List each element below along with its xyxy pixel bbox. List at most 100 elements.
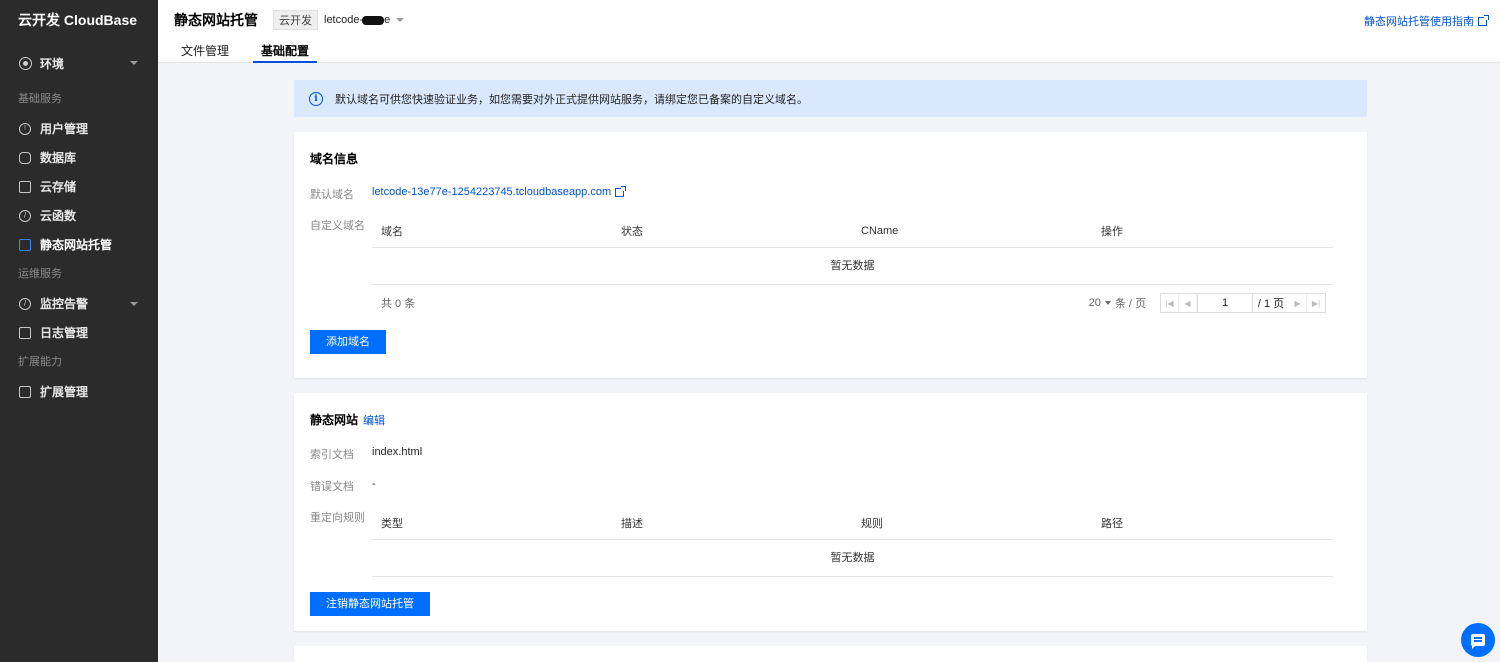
env-icon	[19, 56, 32, 70]
empty-state: 暂无数据	[372, 540, 1333, 577]
group-title-basic: 基础服务	[18, 93, 62, 105]
index-doc-value: index.html	[372, 446, 423, 458]
index-doc-label: 索引文档	[310, 449, 354, 461]
column-header: 操作	[1101, 226, 1123, 238]
calendar-icon	[19, 326, 31, 339]
notice-text: 默认域名可供您快速验证业务，如您需要对外正式提供网站服务，请绑定您已备案的自定义…	[335, 93, 808, 106]
table-header: 类型 描述 规则 路径	[372, 507, 1333, 540]
error-doc-label: 错误文档	[310, 481, 354, 493]
sidebar-item-label: 日志管理	[40, 326, 89, 340]
extension-icon	[19, 385, 31, 398]
chevron-down-icon	[1104, 301, 1111, 305]
site-card-title: 静态网站 编辑	[310, 411, 385, 428]
sidebar-item-label: 静态网站托管	[40, 238, 113, 252]
add-domain-button[interactable]: 添加域名	[310, 330, 386, 354]
column-header: 路径	[1101, 518, 1123, 530]
next-card	[294, 646, 1367, 662]
chevron-down-icon	[130, 61, 138, 65]
sidebar-item-hosting[interactable]: 静态网站托管	[0, 230, 158, 259]
column-header: CName	[861, 225, 899, 237]
card-title-text: 域名信息	[310, 152, 359, 166]
sidebar-item-label: 扩展管理	[40, 385, 89, 399]
env-switcher[interactable]: letcode-e	[324, 14, 390, 26]
cancel-hosting-button[interactable]: 注销静态网站托管	[310, 592, 430, 616]
custom-domain-label: 自定义域名	[310, 220, 365, 232]
external-link-icon	[615, 185, 627, 197]
external-link-icon	[1478, 14, 1489, 26]
page-size-unit: 条 / 页	[1114, 298, 1146, 310]
page-size-select[interactable]: 20 条 / 页	[1089, 295, 1146, 311]
sidebar-item-label: 数据库	[40, 151, 77, 165]
page-size-value: 20	[1088, 297, 1101, 309]
sidebar-item-label: 用户管理	[40, 122, 89, 136]
usage-guide-label: 静态网站托管使用指南	[1364, 16, 1474, 28]
domain-info-card: 域名信息 默认域名 letcode-13e77e-1254223745.tclo…	[294, 132, 1367, 378]
chevron-down-icon	[130, 301, 138, 306]
usage-guide-link[interactable]: 静态网站托管使用指南	[1364, 13, 1489, 29]
table-header: 域名 状态 CName 操作	[372, 215, 1333, 248]
sidebar-item-logs[interactable]: 日志管理	[0, 318, 158, 347]
next-page-button[interactable]: ▶	[1289, 294, 1307, 312]
hosting-icon	[19, 238, 31, 251]
chat-bubble-icon	[1471, 634, 1485, 649]
info-notice: i 默认域名可供您快速验证业务，如您需要对外正式提供网站服务，请绑定您已备案的自…	[294, 80, 1367, 117]
tab-file-management[interactable]: 文件管理	[173, 40, 237, 63]
folder-icon	[19, 180, 31, 193]
brand-logo[interactable]: 云开发 CloudBase	[0, 0, 158, 40]
chat-support-button[interactable]	[1461, 623, 1495, 657]
database-icon	[19, 151, 31, 164]
monitor-icon: /	[19, 297, 31, 310]
default-domain-label: 默认域名	[310, 189, 354, 201]
page-navigator: |◀ ◀ / 1 页 ▶ ▶|	[1160, 293, 1326, 313]
pagination: 共 0 条 20 条 / 页 |◀ ◀ / 1 页 ▶ ▶|	[372, 285, 1333, 321]
sidebar-item-monitor[interactable]: / 监控告警	[0, 289, 158, 318]
env-selector[interactable]: 环境	[0, 42, 158, 84]
sidebar-item-label: 云存储	[40, 180, 77, 194]
edit-link[interactable]: 编辑	[363, 412, 385, 428]
user-icon: !	[19, 122, 31, 135]
sidebar-item-database[interactable]: 数据库	[0, 143, 158, 172]
column-header: 域名	[381, 226, 403, 238]
column-header: 规则	[861, 518, 883, 530]
sidebar-item-extensions[interactable]: 扩展管理	[0, 377, 158, 406]
info-icon: i	[309, 91, 323, 106]
last-page-button[interactable]: ▶|	[1307, 294, 1325, 312]
sidebar-item-users[interactable]: ! 用户管理	[0, 114, 158, 143]
env-name: letcode-	[324, 14, 364, 26]
error-doc-value: -	[372, 478, 376, 490]
custom-domain-table: 域名 状态 CName 操作 暂无数据 共 0 条 20 条 / 页 |◀ ◀ …	[372, 215, 1333, 321]
empty-state: 暂无数据	[372, 248, 1333, 285]
page-number-input[interactable]	[1197, 294, 1253, 312]
redirect-rules-table: 类型 描述 规则 路径 暂无数据	[372, 507, 1333, 577]
total-count: 共 0 条	[381, 298, 416, 310]
sidebar-item-storage[interactable]: 云存储	[0, 172, 158, 201]
function-icon: /	[19, 209, 31, 222]
column-header: 状态	[621, 226, 643, 238]
group-title-ops: 运维服务	[18, 268, 62, 280]
page-header: 静态网站托管 云开发 letcode-e 静态网站托管使用指南 文件管理 基础配…	[158, 0, 1500, 63]
first-page-button[interactable]: |◀	[1161, 294, 1179, 312]
default-domain-link[interactable]: letcode-13e77e-1254223745.tcloudbaseapp.…	[372, 185, 627, 198]
redirect-rules-label: 重定向规则	[310, 512, 365, 524]
chevron-down-icon[interactable]	[396, 18, 405, 22]
tab-bar: 文件管理 基础配置	[173, 40, 333, 63]
sidebar-item-functions[interactable]: / 云函数	[0, 201, 158, 230]
sidebar: 云开发 CloudBase 环境 基础服务 ! 用户管理 数据库 云存储 / 云…	[0, 0, 158, 662]
domain-card-title: 域名信息	[310, 150, 358, 167]
env-label: 环境	[40, 56, 65, 71]
group-title-ext: 扩展能力	[18, 356, 62, 368]
default-domain-value: letcode-13e77e-1254223745.tcloudbaseapp.…	[372, 186, 612, 198]
page-title: 静态网站托管	[174, 12, 258, 28]
static-site-card: 静态网站 编辑 索引文档 index.html 错误文档 - 重定向规则 类型 …	[294, 393, 1367, 631]
card-title-text: 静态网站	[310, 413, 359, 427]
prev-page-button[interactable]: ◀	[1179, 294, 1197, 312]
redacted-mark	[362, 15, 385, 25]
sidebar-item-label: 云函数	[40, 209, 77, 223]
column-header: 类型	[381, 518, 403, 530]
total-pages: / 1 页	[1257, 298, 1285, 310]
product-tag: 云开发	[273, 10, 318, 30]
sidebar-item-label: 监控告警	[40, 297, 89, 311]
column-header: 描述	[621, 518, 643, 530]
tab-basic-config[interactable]: 基础配置	[253, 40, 318, 63]
env-suffix: e	[384, 14, 391, 26]
